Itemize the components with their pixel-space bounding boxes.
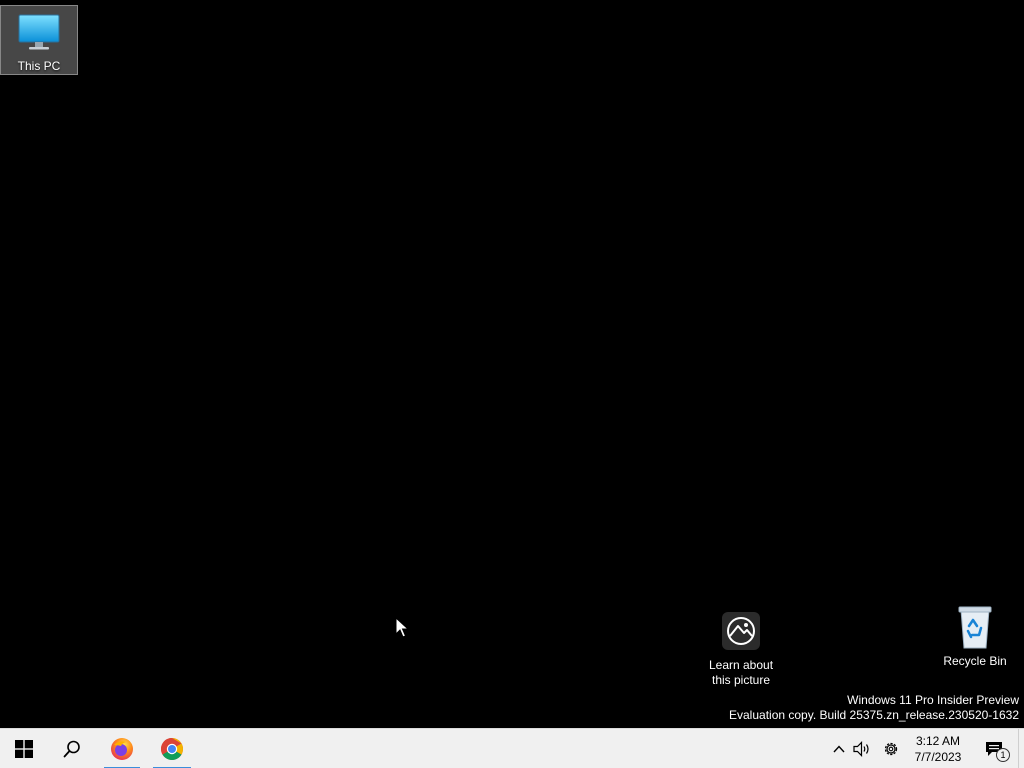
desktop[interactable]: This PC Learn about this picture Recycle… xyxy=(0,0,1024,728)
taskbar-clock[interactable]: 3:12 AM 7/7/2023 xyxy=(906,729,970,768)
desktop-icon-label: Learn about this picture xyxy=(708,658,774,687)
start-button[interactable] xyxy=(0,729,48,768)
notification-center-button[interactable]: 1 xyxy=(976,729,1012,768)
taskbar-firefox-button[interactable] xyxy=(102,729,142,768)
spotlight-icon xyxy=(717,608,765,654)
show-hidden-icons-button[interactable] xyxy=(828,729,850,768)
search-button[interactable] xyxy=(48,729,96,768)
firefox-icon xyxy=(111,738,133,760)
taskbar-chrome-button[interactable] xyxy=(151,729,193,768)
desktop-icon-recycle-bin[interactable]: Recycle Bin xyxy=(935,600,1015,669)
desktop-icon-learn-about-this-picture[interactable]: Learn about this picture xyxy=(701,604,781,688)
notification-count-badge: 1 xyxy=(996,748,1010,762)
search-icon xyxy=(63,740,80,758)
volume-button[interactable] xyxy=(850,729,874,768)
clock-time: 3:12 AM xyxy=(915,734,961,748)
volume-icon xyxy=(853,741,869,757)
desktop-icon-label: This PC xyxy=(17,59,61,73)
recycle-bin-icon xyxy=(951,604,999,650)
taskbar: 3:12 AM 7/7/2023 1 xyxy=(0,728,1024,768)
gear-icon xyxy=(884,742,898,756)
desktop-icon-label: Recycle Bin xyxy=(943,654,1007,668)
chevron-up-icon xyxy=(833,745,845,753)
desktop-icon-this-pc[interactable]: This PC xyxy=(0,5,78,75)
monitor-icon xyxy=(15,10,63,55)
watermark-edition: Windows 11 Pro Insider Preview xyxy=(847,693,1019,707)
chrome-icon xyxy=(161,738,183,760)
watermark-build: Evaluation copy. Build 25375.zn_release.… xyxy=(729,708,1019,722)
mouse-cursor-icon xyxy=(395,617,409,638)
settings-tray-button[interactable] xyxy=(878,729,904,768)
windows-watermark: Windows 11 Pro Insider Preview Evaluatio… xyxy=(729,693,1019,723)
show-desktop-button[interactable] xyxy=(1018,729,1024,768)
windows-start-icon xyxy=(15,740,33,758)
clock-date: 7/7/2023 xyxy=(914,750,962,764)
